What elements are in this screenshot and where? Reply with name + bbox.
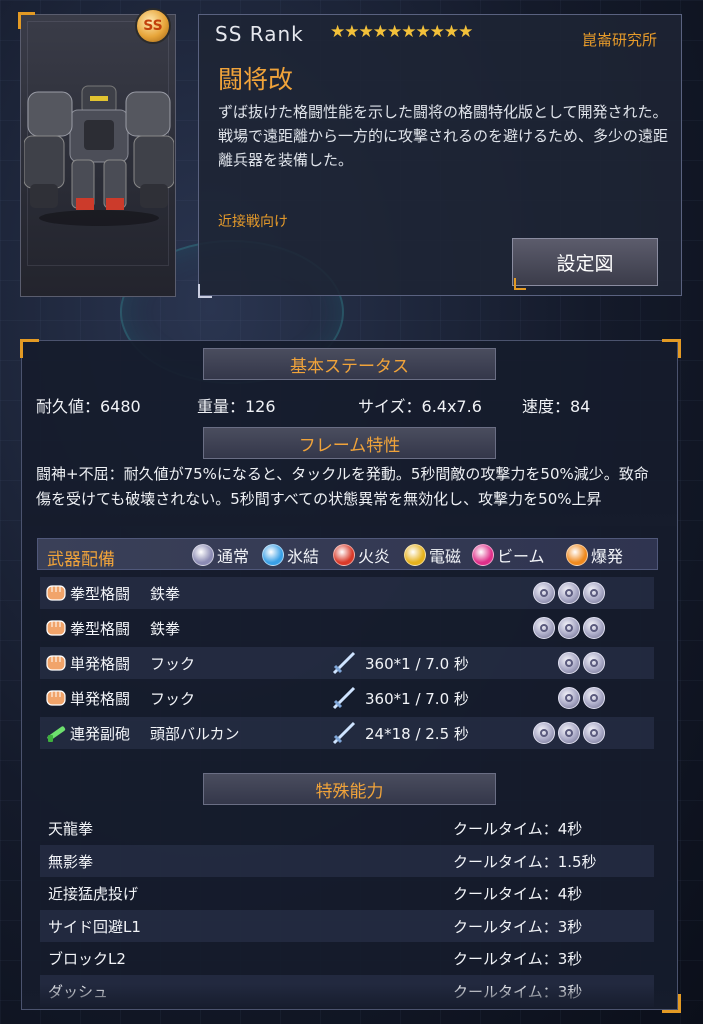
special-ability-row[interactable]: サイド回避L1 クールタイム：3秒: [40, 909, 654, 942]
legend-item: ビーム: [472, 542, 545, 568]
special-ability-row[interactable]: 天龍拳 クールタイム：4秒: [40, 812, 654, 844]
weapon-name: フック: [150, 655, 196, 673]
weapon-damage: 360*1 / 7.0 秒: [365, 690, 469, 708]
beam-icon: [472, 544, 494, 566]
legend-label: 火炎: [358, 547, 391, 566]
unit-name: 闘将改: [218, 65, 294, 94]
special-ability-header: 特殊能力: [203, 773, 496, 805]
ability-cooldown: クールタイム：4秒: [453, 820, 583, 838]
stat-size: サイズ：6.4x7.6: [358, 397, 482, 416]
rank-stars: ★★★★★★★★★★: [330, 22, 473, 42]
ability-name: 無影拳: [48, 852, 94, 871]
fist-icon: [46, 655, 66, 671]
mech-image: [24, 85, 174, 226]
button-corner-accent: [514, 278, 526, 290]
weapon-type: 拳型格闘: [70, 585, 131, 603]
unit-description: ずば抜けた格闘性能を示した闘将の格闘特化版として開発された。戦場で遠距離から一方…: [218, 103, 669, 169]
ability-name: ブロックL2: [48, 950, 126, 968]
ability-name: 天龍拳: [48, 820, 94, 838]
rank-label: SS Rank: [215, 22, 304, 46]
weapon-row[interactable]: 拳型格闘 鉄拳: [40, 612, 654, 644]
explosion-icon: [566, 544, 588, 566]
weapon-row[interactable]: 単発格闘 フック 360*1 / 7.0 秒: [40, 682, 654, 714]
rank-badge: SS: [135, 8, 171, 44]
legend-item: 爆発: [566, 542, 623, 568]
fist-icon: [46, 585, 66, 601]
normal-icon: [192, 544, 214, 566]
weapon-name: フック: [150, 690, 196, 708]
slot-icon: [533, 722, 555, 744]
weapon-type: 単発格闘: [70, 655, 131, 673]
special-ability-row[interactable]: 近接猛虎投げ クールタイム：4秒: [40, 877, 654, 909]
weapon-type: 単発格闘: [70, 690, 131, 708]
legend-label: 爆発: [591, 547, 624, 566]
slot-icon: [558, 652, 580, 674]
weapon-type: 連発副砲: [70, 725, 131, 743]
legend-item: 氷結: [262, 542, 319, 568]
slot-icon: [533, 582, 555, 604]
ability-cooldown: クールタイム：4秒: [453, 885, 583, 903]
weapon-row[interactable]: 拳型格闘 鉄拳: [40, 577, 654, 609]
slot-icon: [558, 687, 580, 709]
slot-icon: [558, 617, 580, 639]
fist-icon: [46, 690, 66, 706]
weapon-damage: 360*1 / 7.0 秒: [365, 655, 469, 673]
weapon-damage: 24*18 / 2.5 秒: [365, 725, 469, 743]
legend-label: 電磁: [429, 547, 462, 566]
panel-corner-accent: [662, 339, 681, 358]
text-fade: [22, 508, 677, 526]
slot-icon: [583, 687, 605, 709]
special-ability-row[interactable]: ブロックL2 クールタイム：3秒: [40, 942, 654, 974]
ability-cooldown: クールタイム：3秒: [453, 917, 583, 936]
weapon-name: 鉄拳: [150, 585, 181, 603]
stat-durability: 耐久値：6480: [36, 397, 141, 416]
slot-icon: [583, 617, 605, 639]
list-fade: [22, 984, 677, 1009]
fire-icon: [333, 544, 355, 566]
ability-cooldown: クールタイム：1.5秒: [453, 852, 597, 871]
stat-speed: 速度：84: [522, 397, 591, 416]
legend-item: 電磁: [404, 542, 461, 568]
weapon-name: 頭部バルカン: [150, 725, 240, 743]
ability-cooldown: クールタイム：3秒: [453, 950, 583, 968]
manufacturer-label: 崑崙研究所: [582, 31, 658, 49]
ability-name: サイド回避L1: [48, 917, 141, 936]
slot-icon: [583, 652, 605, 674]
weapon-name: 鉄拳: [150, 620, 181, 638]
stat-weight: 重量：126: [197, 397, 276, 416]
weapon-row[interactable]: 単発格闘 フック 360*1 / 7.0 秒: [40, 647, 654, 679]
slot-icon: [583, 582, 605, 604]
ability-name: 近接猛虎投げ: [48, 885, 139, 903]
special-ability-row[interactable]: 無影拳 クールタイム：1.5秒: [40, 844, 654, 877]
sword-icon: [332, 651, 356, 675]
sword-icon: [332, 721, 356, 745]
legend-label: ビーム: [497, 547, 545, 566]
weapons-header: 武器配備: [47, 550, 115, 570]
unit-role: 近接戦向け: [218, 214, 288, 230]
basic-status-header: 基本ステータス: [203, 348, 496, 380]
weapon-row[interactable]: 連発副砲 頭部バルカン 24*18 / 2.5 秒: [40, 717, 654, 749]
frame-trait-header: フレーム特性: [203, 427, 496, 459]
sword-icon: [332, 686, 356, 710]
panel-corner-accent: [198, 284, 212, 298]
gun-icon: [47, 726, 66, 742]
slot-icon: [533, 617, 555, 639]
slot-icon: [583, 722, 605, 744]
settei-button[interactable]: 設定図: [512, 238, 658, 286]
slot-icon: [558, 722, 580, 744]
electric-icon: [404, 544, 426, 566]
portrait-corner-accent: [18, 12, 35, 29]
legend-item: 火炎: [333, 542, 390, 568]
legend-item: 通常: [192, 542, 249, 568]
weapon-type: 拳型格闘: [70, 620, 131, 638]
legend-label: 氷結: [287, 547, 320, 566]
panel-corner-accent: [20, 339, 39, 358]
slot-icon: [558, 582, 580, 604]
legend-label: 通常: [217, 547, 250, 566]
fist-icon: [46, 620, 66, 636]
ice-icon: [262, 544, 284, 566]
